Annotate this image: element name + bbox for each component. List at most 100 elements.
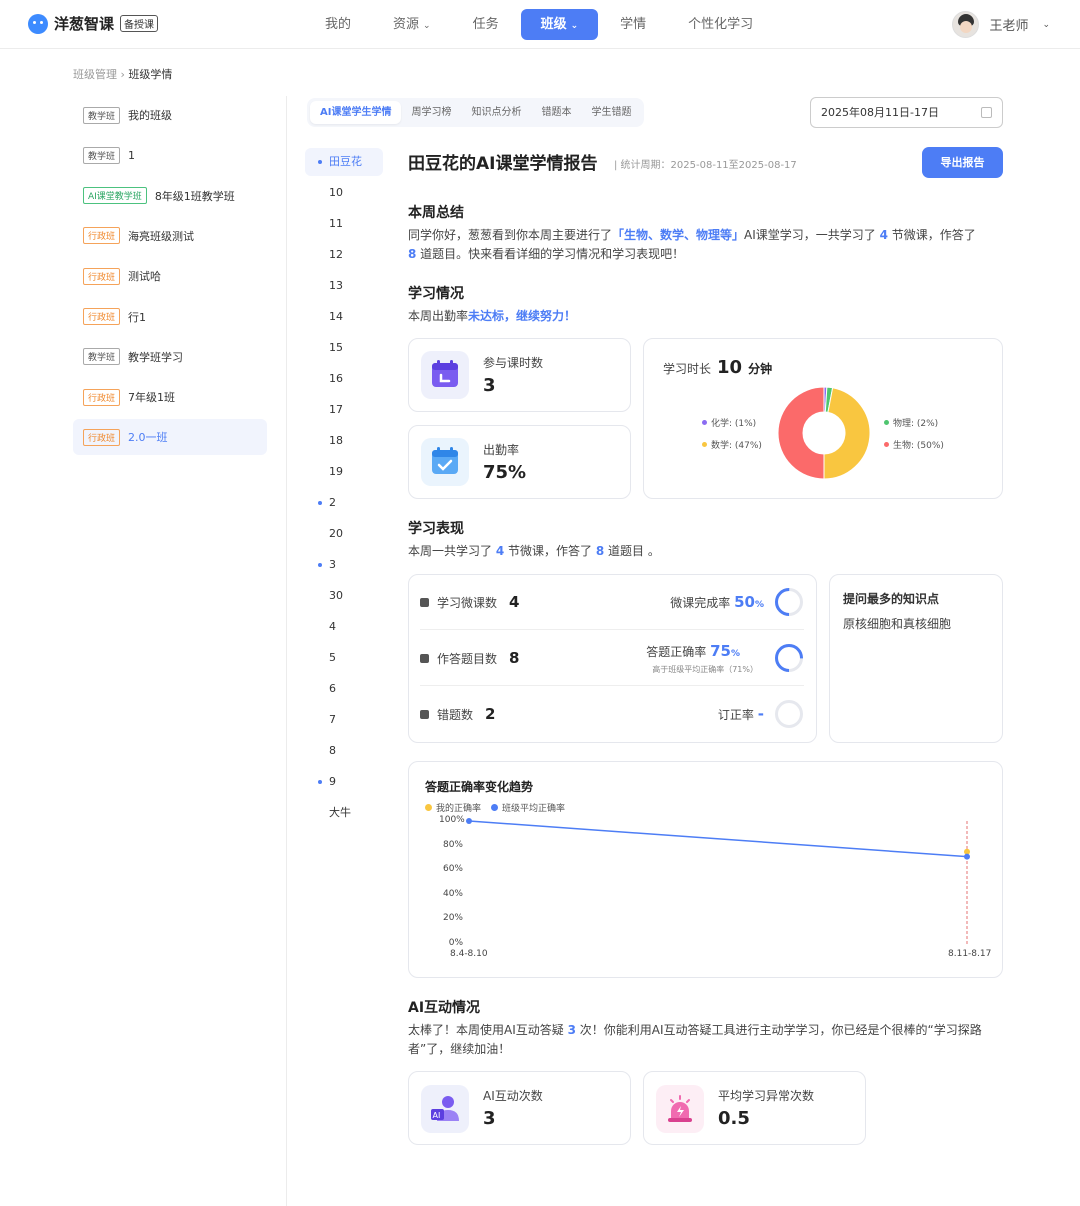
logo-text: 洋葱智课 [54,15,115,33]
fix-rate-label: 订正率 [717,708,754,722]
class-item[interactable]: 教学班 我的班级 [73,97,267,133]
svg-text:AI: AI [433,1111,441,1120]
student-item[interactable]: 18 [305,427,383,455]
breadcrumb-parent[interactable]: 班级管理 [73,68,117,81]
summary-part: 节微课，作答了 [887,228,976,242]
nav-item-0[interactable]: 我的 [305,9,371,40]
class-name: 行1 [128,310,147,324]
answer-label-group: 作答题目数 8 [420,649,519,667]
student-name: 8 [329,744,336,757]
class-item[interactable]: 行政班 测试哈 [73,258,267,294]
student-item[interactable]: 12 [305,241,383,269]
class-type-tag: 行政班 [83,428,121,446]
class-item[interactable]: 行政班 7年级1班 [73,379,267,415]
class-name: 海亮班级测试 [128,229,195,243]
student-item[interactable]: 田豆花 [305,148,383,176]
micro-rate-group: 微课完成率 50% [670,593,764,611]
class-type-tag: 行政班 [83,388,121,406]
lesson-count-label: 参与课时数 [483,356,544,370]
class-item[interactable]: 行政班 2.0一班 [73,419,267,456]
class-item[interactable]: 行政班 海亮班级测试 [73,218,267,254]
student-name: 30 [329,589,343,602]
class-item[interactable]: 教学班 教学班学习 [73,339,267,375]
nav-item-3[interactable]: 班级 ⌄ [520,9,599,40]
student-item[interactable]: 14 [305,303,383,331]
answer-rate-value: 75 [710,642,731,660]
tab-1[interactable]: 周学习榜 [401,101,461,124]
nav-item-4[interactable]: 学情 [600,9,666,40]
class-name: 7年级1班 [128,391,176,405]
nav-item-2[interactable]: 任务 [453,9,519,40]
class-name: 测试哈 [128,270,162,284]
summary-part: 道题目。快来看看详细的学习情况和学习表现吧！ [416,247,685,261]
series-point-1 [964,853,970,860]
student-item[interactable]: 17 [305,396,383,424]
student-item[interactable]: 13 [305,272,383,300]
student-item[interactable]: 5 [305,644,383,672]
ai-note-text: 太棒了！本周使用AI互动答疑 [408,1023,568,1037]
user-menu[interactable]: 王老师 ⌄ [952,11,1050,38]
date-range-picker[interactable]: 2025年08月11日-17日 [810,97,1003,128]
student-item[interactable]: 10 [305,179,383,207]
legend-math: 数学: (47%) [702,438,762,451]
student-name: 4 [329,620,336,633]
class-item[interactable]: 教学班 1 [73,137,267,173]
legend-dot [702,420,707,425]
student-item[interactable]: 8 [305,737,383,765]
ai-count-card: AI AI互动次数 3 [408,1071,631,1145]
micro-rate-unit: % [754,600,764,610]
class-item[interactable]: AI课堂教学班 8年级1班教学班 [73,178,267,214]
tab-3[interactable]: 错题本 [531,101,581,124]
micro-row: 学习微课数 4 微课完成率 50% [420,574,804,630]
tab-0[interactable]: AI课堂学生学情 [310,101,402,124]
class-type-tag: 教学班 [83,146,121,164]
duration-label: 学习时长 [663,362,712,376]
nav-item-5[interactable]: 个性化学习 [668,9,773,40]
student-item[interactable]: 16 [305,365,383,393]
nav-label: 个性化学习 [688,17,754,32]
student-item[interactable]: 19 [305,458,383,486]
calendar-clock-icon [421,351,469,399]
wrong-row: 错题数 2 订正率 - [420,686,804,742]
student-item[interactable]: 4 [305,613,383,641]
wrong-label: 错题数 [437,707,474,722]
breadcrumb-current: 班级学情 [128,68,173,81]
nav-item-1[interactable]: 资源 ⌄ [373,9,451,40]
anomaly-card: 平均学习异常次数 0.5 [643,1071,866,1145]
student-name: 11 [329,217,343,230]
alarm-icon [656,1085,704,1133]
summary-part: 同学你好，葱葱看到你本周主要进行了 [408,228,613,242]
edit-icon [420,653,429,663]
student-item[interactable]: 20 [305,520,383,548]
unread-dot [318,563,322,567]
attendance-note-text: 本周出勤率 [408,309,469,323]
tab-4[interactable]: 学生错题 [581,101,641,124]
student-item[interactable]: 3 [305,551,383,579]
student-item[interactable]: 大牛 [305,799,383,827]
student-item[interactable]: 6 [305,675,383,703]
notebook-icon [420,709,429,719]
class-name: 教学班学习 [128,350,184,364]
duration-unit: 分钟 [748,362,773,376]
student-item[interactable]: 2 [305,489,383,517]
legend-dot [884,420,889,425]
tab-2[interactable]: 知识点分析 [461,101,531,124]
x-tick-label: 8.11-8.17 [948,949,992,959]
class-item[interactable]: 行政班 行1 [73,299,267,335]
logo[interactable]: 洋葱智课 备授课 [28,13,159,34]
student-item[interactable]: 7 [305,706,383,734]
answer-value: 8 [509,649,520,667]
student-item[interactable]: 15 [305,334,383,362]
student-name: 10 [329,186,343,199]
perf-note-text: 节微课，作答了 [504,544,596,558]
student-item[interactable]: 9 [305,768,383,796]
student-item[interactable]: 30 [305,582,383,610]
export-report-button[interactable]: 导出报告 [922,147,1003,178]
knowledge-value: 原核细胞和真核细胞 [843,617,952,631]
student-name: 6 [329,682,336,695]
nav-label: 资源 [393,17,420,32]
fix-rate-value: - [757,705,764,723]
attendance-note: 本周出勤率未达标，继续努力！ [408,307,576,326]
student-item[interactable]: 11 [305,210,383,238]
top-header: 洋葱智课 备授课 我的 资源 ⌄ 任务 班级 ⌄ 学情 个性化学习 王老师 ⌄ [0,0,1080,49]
